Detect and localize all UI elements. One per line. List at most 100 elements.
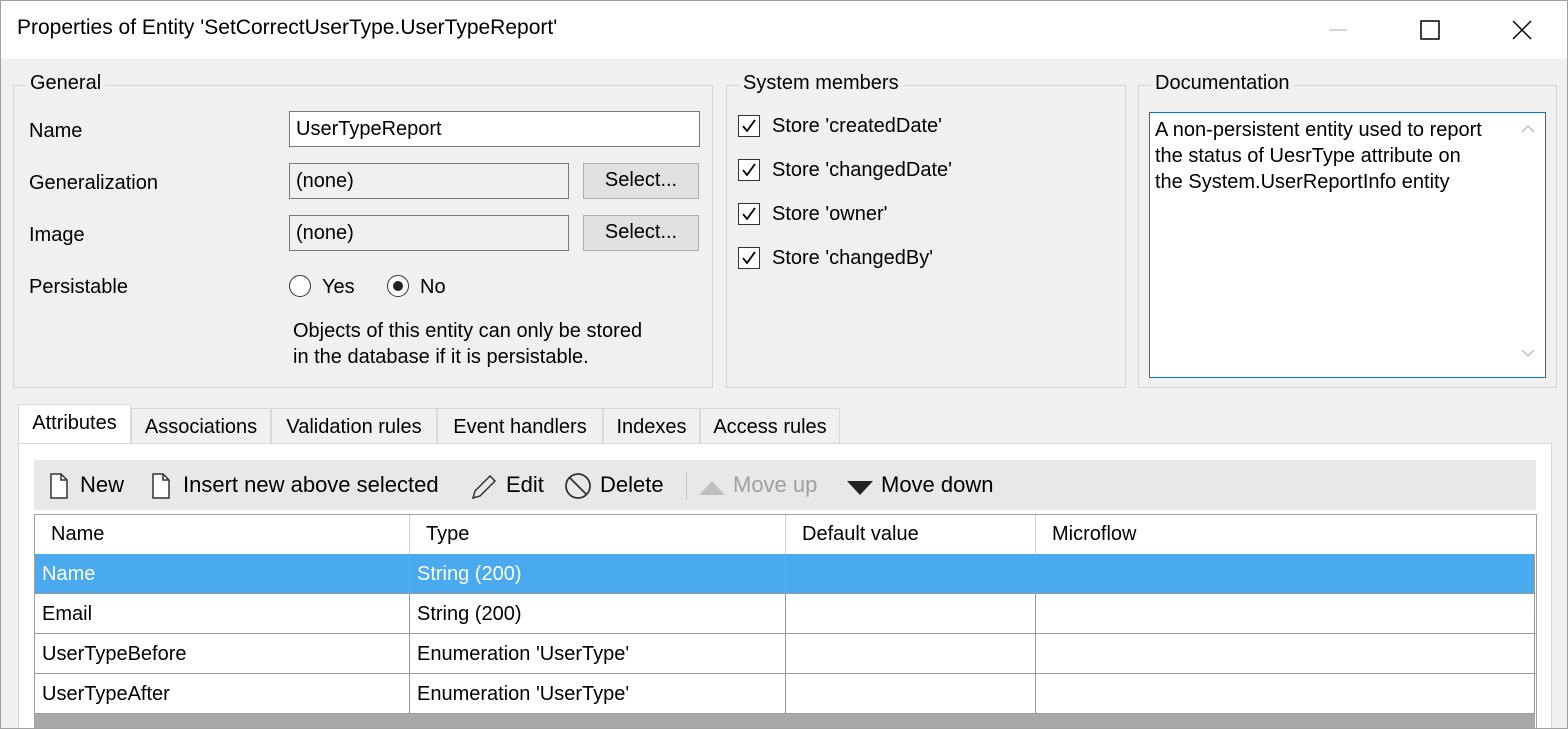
cell-type: String (200) [410, 554, 786, 593]
cell-microflow [1036, 674, 1535, 713]
tab-associations[interactable]: Associations [131, 408, 271, 444]
move-up-button-label: Move up [733, 472, 818, 497]
generalization-label: Generalization [29, 172, 158, 194]
persistable-note: Objects of this entity can only be store… [293, 318, 642, 370]
scroll-arrows-icon [1521, 124, 1535, 358]
persistable-label: Persistable [29, 276, 128, 298]
system-members-group: System members Store 'createdDate' Store… [726, 72, 1126, 388]
cell-default-value [786, 674, 1036, 713]
close-button[interactable] [1476, 1, 1567, 59]
no-entry-icon [565, 473, 591, 499]
column-header-type[interactable]: Type [410, 515, 786, 553]
general-group: General Name UserTypeReport Generalizati… [13, 72, 713, 388]
store-createddate-label[interactable]: Store 'createdDate' [772, 115, 942, 138]
documentation-legend: Documentation [1151, 72, 1294, 95]
documentation-scrollbar[interactable] [1511, 113, 1545, 377]
attributes-panel: New Insert new above selected Edit Delet… [18, 443, 1552, 728]
checkmark-icon [742, 119, 756, 133]
cell-name: UserTypeBefore [35, 634, 410, 673]
cell-default-value [786, 634, 1036, 673]
move-down-button-label: Move down [881, 472, 994, 497]
move-down-button[interactable]: Move down [844, 460, 994, 510]
attributes-grid: Name Type Default value Microflow Name S… [34, 514, 1537, 728]
grid-empty-area [35, 714, 1535, 728]
general-legend: General [26, 72, 106, 95]
cell-type: Enumeration 'UserType' [410, 674, 786, 713]
delete-button-label: Delete [600, 472, 664, 497]
column-header-microflow[interactable]: Microflow [1036, 515, 1536, 553]
insert-above-button[interactable]: Insert new above selected [148, 460, 439, 510]
cell-default-value [786, 554, 1036, 593]
tab-event-handlers[interactable]: Event handlers [437, 408, 603, 444]
tab-validation-rules[interactable]: Validation rules [271, 408, 437, 444]
store-changeddate-checkbox[interactable] [738, 159, 760, 181]
cell-type: Enumeration 'UserType' [410, 634, 786, 673]
title-bar: Properties of Entity 'SetCorrectUserType… [1, 1, 1567, 59]
cell-microflow [1036, 634, 1535, 673]
properties-dialog: Properties of Entity 'SetCorrectUserType… [0, 0, 1568, 729]
store-changeddate-label[interactable]: Store 'changedDate' [772, 159, 952, 182]
documentation-line2: the status of UesrType attribute on [1155, 145, 1461, 167]
store-createddate-checkbox[interactable] [738, 115, 760, 137]
tab-attributes[interactable]: Attributes [18, 404, 131, 444]
triangle-up-icon [699, 481, 725, 495]
maximize-button[interactable] [1384, 1, 1476, 59]
table-row[interactable]: Email String (200) [35, 594, 1535, 634]
maximize-icon [1420, 20, 1440, 40]
store-changedby-checkbox[interactable] [738, 247, 760, 269]
table-row[interactable]: UserTypeBefore Enumeration 'UserType' [35, 634, 1535, 674]
persistable-no-label[interactable]: No [420, 276, 446, 299]
triangle-down-icon [847, 481, 873, 495]
cell-name: UserTypeAfter [35, 674, 410, 713]
column-header-default-value[interactable]: Default value [786, 515, 1036, 553]
documentation-group: Documentation A non-persistent entity us… [1138, 72, 1557, 388]
documentation-textarea[interactable]: A non-persistent entity used to report t… [1149, 112, 1546, 378]
tab-indexes[interactable]: Indexes [603, 408, 700, 444]
cell-name: Email [35, 594, 410, 633]
pencil-icon [471, 474, 497, 499]
checkmark-icon [742, 251, 756, 265]
minimize-button[interactable] [1292, 1, 1384, 59]
table-row[interactable]: UserTypeAfter Enumeration 'UserType' [35, 674, 1535, 714]
cell-name: Name [35, 554, 410, 593]
cell-microflow [1036, 554, 1535, 593]
persistable-yes-label[interactable]: Yes [322, 276, 355, 299]
generalization-select-button[interactable]: Select... [583, 163, 699, 199]
edit-button[interactable]: Edit [470, 460, 544, 510]
window-title: Properties of Entity 'SetCorrectUserType… [17, 16, 558, 39]
persistable-yes-radio[interactable] [289, 275, 311, 297]
persistable-no-radio[interactable] [387, 275, 409, 297]
column-header-name[interactable]: Name [35, 515, 410, 553]
store-changedby-label[interactable]: Store 'changedBy' [772, 247, 933, 270]
cell-default-value [786, 594, 1036, 633]
store-owner-checkbox[interactable] [738, 203, 760, 225]
image-select-button[interactable]: Select... [583, 215, 699, 251]
cell-type: String (200) [410, 594, 786, 633]
documentation-line3: the System.UserReportInfo entity [1155, 171, 1450, 193]
documentation-line1: A non-persistent entity used to report [1155, 119, 1482, 141]
documentation-text: A non-persistent entity used to report t… [1155, 117, 1510, 195]
persistable-note-line1: Objects of this entity can only be store… [293, 320, 643, 342]
name-input[interactable]: UserTypeReport [289, 111, 700, 147]
store-owner-label[interactable]: Store 'owner' [772, 203, 887, 226]
toolbar-separator [686, 472, 687, 500]
system-members-legend: System members [739, 72, 903, 95]
image-field: (none) [289, 215, 569, 251]
attributes-toolbar: New Insert new above selected Edit Delet… [34, 460, 1536, 510]
table-row[interactable]: Name String (200) [35, 554, 1535, 594]
edit-button-label: Edit [506, 472, 544, 497]
persistable-note-line2: in the database if it is persistable. [293, 346, 589, 368]
move-up-button[interactable]: Move up [696, 460, 817, 510]
cell-microflow [1036, 594, 1535, 633]
minimize-icon [1329, 29, 1347, 31]
checkmark-icon [742, 163, 756, 177]
delete-button[interactable]: Delete [563, 460, 664, 510]
new-button[interactable]: New [46, 460, 124, 510]
image-label: Image [29, 224, 85, 246]
insert-above-button-label: Insert new above selected [183, 472, 439, 497]
new-button-label: New [80, 472, 125, 497]
new-document-icon [50, 473, 68, 499]
generalization-field: (none) [289, 163, 569, 199]
insert-document-icon [152, 473, 170, 499]
tab-access-rules[interactable]: Access rules [700, 408, 840, 444]
